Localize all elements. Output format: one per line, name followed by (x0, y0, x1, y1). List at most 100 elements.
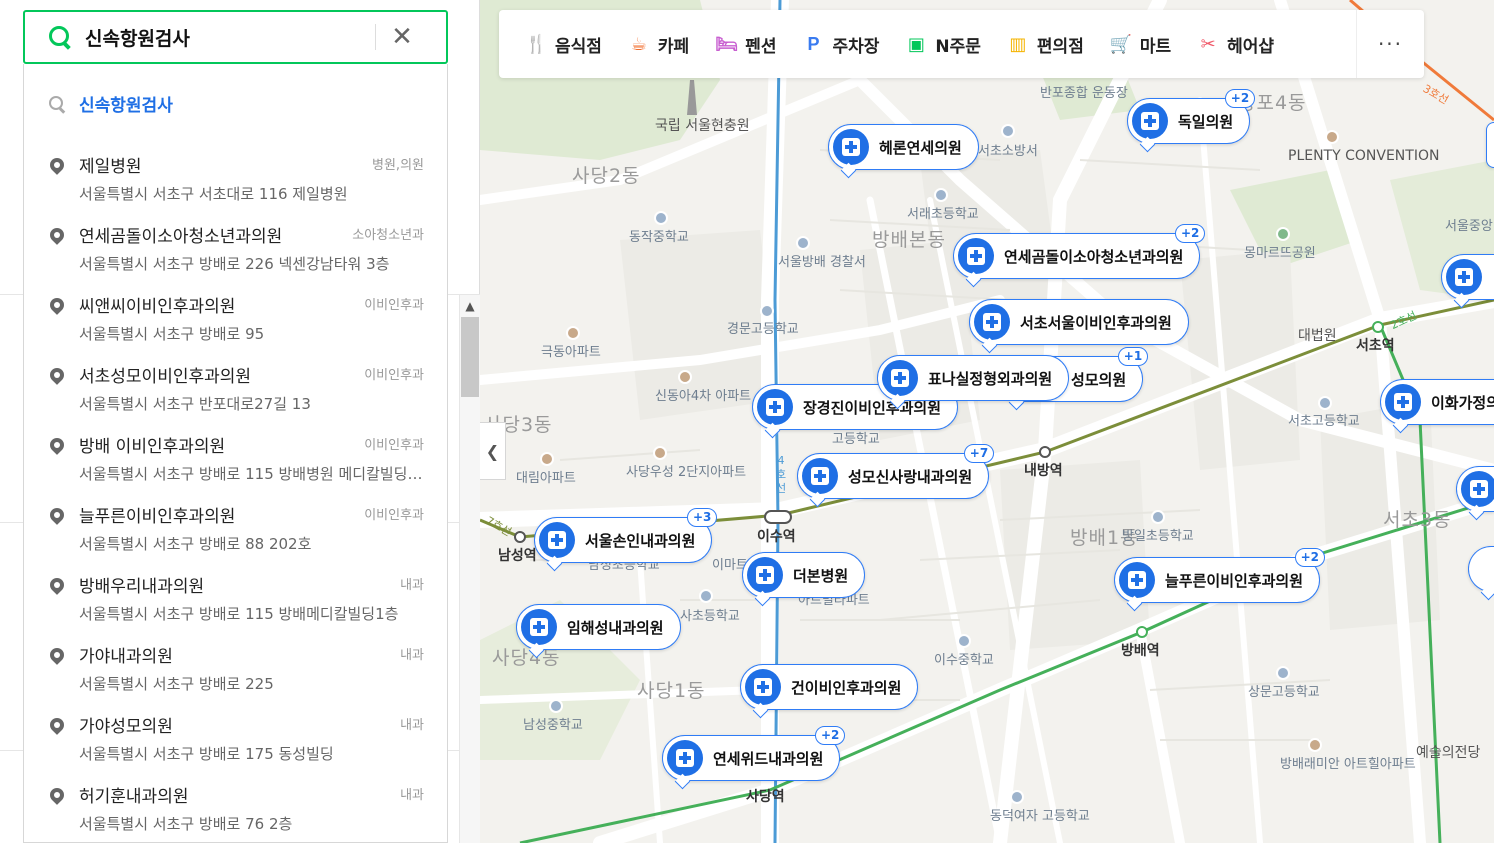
school-icon (957, 634, 971, 648)
hospital-marker[interactable]: 더본병원 (742, 552, 866, 598)
clear-search-button[interactable]: ✕ (376, 12, 428, 62)
place-name: 씨앤씨이비인후과의원 (79, 297, 236, 317)
place-name: 가야성모의원 (79, 717, 173, 737)
place-suggestion[interactable]: 방배우리내과의원 내과 서울특별시 서초구 방배로 115 방배메디칼빌딩1층 (24, 562, 449, 632)
poi-label: 동덕여자 고등학교 (990, 809, 1090, 824)
place-category: 내과 (400, 718, 424, 733)
category-convenience[interactable]: ▥ 편의점 (1007, 32, 1083, 57)
location-pin-icon (47, 575, 67, 595)
place-suggestion[interactable]: 가야내과의원 내과 서울특별시 서초구 방배로 225 (24, 632, 449, 702)
poi-label: 서울방배 경찰서 (778, 255, 866, 270)
fire-station-icon (1001, 124, 1015, 138)
place-address: 서울특별시 서초구 방배로 175 동성빌딩 (79, 745, 334, 763)
search-input[interactable] (85, 26, 375, 48)
school-icon (699, 589, 713, 603)
collapse-panel-button[interactable]: ❮ (480, 422, 506, 480)
suggestion-text: 신속항원검사 (79, 96, 173, 116)
school-icon (1010, 790, 1024, 804)
keyword-suggestion[interactable]: 신속항원검사 (48, 91, 173, 116)
place-name: 방배우리내과의원 (79, 577, 205, 597)
hospital-marker[interactable]: 건이비인후과의원 (740, 664, 919, 710)
school-icon (760, 304, 774, 318)
close-icon: ✕ (391, 22, 413, 52)
scrollbar[interactable]: ▲ (459, 295, 480, 843)
hospital-marker[interactable] (1456, 466, 1494, 512)
category-label: 마트 (1139, 36, 1172, 57)
hospital-icon (1461, 471, 1494, 507)
place-category: 내과 (400, 788, 424, 803)
marker-label: 연세위드내과의원 (713, 749, 824, 768)
place-suggestion[interactable]: 허기훈내과의원 내과 서울특별시 서초구 방배로 76 2층 (24, 772, 449, 842)
hospital-marker[interactable]: 서울손인내과의원 +3 (534, 508, 718, 563)
location-pin-icon (47, 225, 67, 245)
more-categories-button[interactable]: ··· (1356, 10, 1424, 78)
place-name: 방배 이비인후과의원 (79, 437, 226, 457)
place-address: 서울특별시 서초구 방배로 95 (79, 325, 265, 343)
hospital-marker[interactable]: 임해성내과의원 (516, 604, 681, 650)
poi-label: 경문고등학교 (727, 322, 799, 337)
category-order[interactable]: ▣ N주문 (905, 32, 981, 57)
school-icon (1318, 396, 1332, 410)
apartment-icon (653, 446, 667, 460)
hospital-marker[interactable]: 표나실정형외과의원 (877, 355, 1070, 401)
category-bar: 🍴 음식점 ☕ 카페 🛏 펜션 P 주차장 ▣ N주문 ▥ 편의점 🛒 마트 ✂… (499, 10, 1424, 78)
place-address: 서울특별시 서초구 방배로 226 넥센강남타워 3층 (79, 255, 390, 273)
marker-label: 표나실정형외과의원 (928, 369, 1053, 388)
place-category: 이비인후과 (364, 368, 424, 383)
hospital-marker[interactable] (1486, 122, 1494, 168)
station-label: 남성역 (498, 548, 537, 564)
scrollbar-thumb[interactable] (461, 317, 479, 397)
place-suggestion[interactable]: 씨앤씨이비인후과의원 이비인후과 서울특별시 서초구 방배로 95 (24, 282, 449, 352)
hospital-marker[interactable]: 성모신사랑내과의원 +7 (797, 444, 995, 499)
poi-label: PLENTY CONVENTION (1288, 148, 1440, 164)
location-pin-icon (47, 155, 67, 175)
marker-count-badge: +2 (1294, 548, 1326, 567)
hospital-marker[interactable]: 서초서울이비인후과의원 (969, 299, 1189, 345)
place-suggestion[interactable]: 늘푸른이비인후과의원 이비인후과 서울특별시 서초구 방배로 88 202호 (24, 492, 449, 562)
poi-label: 사당우성 2단지아파트 (626, 465, 747, 480)
hospital-marker[interactable]: 연세위드내과의원 +2 (662, 726, 846, 781)
place-suggestion[interactable]: 연세곰돌이소아청소년과의원 소아청소년과 서울특별시 서초구 방배로 226 넥… (24, 212, 449, 282)
marker-label: 임해성내과의원 (567, 618, 664, 637)
search-icon[interactable] (47, 24, 73, 50)
hospital-icon (833, 129, 869, 165)
hospital-marker[interactable] (1441, 254, 1494, 300)
park-icon (1276, 227, 1290, 241)
place-address: 서울특별시 서초구 방배로 115 방배병원 메디칼빌딩 1층 (79, 465, 424, 483)
category-parking[interactable]: P 주차장 (802, 32, 879, 57)
location-pin-icon (47, 785, 67, 805)
poi-label: 대법원 (1298, 328, 1337, 344)
line-label: 4호선 (775, 454, 787, 495)
place-suggestion[interactable]: 가야성모의원 내과 서울특별시 서초구 방배로 175 동성빌딩 (24, 702, 449, 772)
place-suggestion[interactable]: 방배 이비인후과의원 이비인후과 서울특별시 서초구 방배로 115 방배병원 … (24, 422, 449, 492)
category-restaurant[interactable]: 🍴 음식점 (525, 32, 602, 57)
marker-label: 연세곰돌이소아청소년과의원 (1004, 247, 1184, 266)
marker-label: 서초서울이비인후과의원 (1020, 313, 1172, 332)
hospital-icon (667, 740, 703, 776)
category-hairshop[interactable]: ✂ 헤어샵 (1197, 32, 1274, 57)
marker-count-badge: +2 (1224, 89, 1256, 108)
place-category: 이비인후과 (364, 438, 424, 453)
hospital-icon (521, 609, 557, 645)
scroll-up-icon[interactable]: ▲ (460, 295, 480, 317)
place-suggestion[interactable]: 제일병원 병원,의원 서울특별시 서초구 서초대로 116 제일병원 (24, 142, 449, 212)
category-cafe[interactable]: ☕ 카페 (628, 32, 689, 57)
hospital-marker[interactable]: 이화가정의 (1380, 379, 1494, 425)
apartment-icon (1308, 738, 1322, 752)
category-mart[interactable]: 🛒 마트 (1110, 32, 1171, 57)
hospital-marker[interactable]: 연세곰돌이소아청소년과의원 +2 (953, 224, 1206, 279)
place-category: 내과 (400, 578, 424, 593)
hospital-marker[interactable]: 독일의원 +2 (1127, 89, 1256, 144)
location-pin-icon (47, 435, 67, 455)
place-suggestion[interactable]: 서초성모이비인후과의원 이비인후과 서울특별시 서초구 반포대로27길 13 (24, 352, 449, 422)
building-icon (1325, 130, 1339, 144)
place-name: 허기훈내과의원 (79, 787, 189, 807)
place-category: 내과 (400, 648, 424, 663)
poi-label: 서초소방서 (978, 144, 1038, 159)
hospital-marker[interactable]: 늘푸른이비인후과의원 +2 (1114, 548, 1326, 603)
poi-label: 신동아4차 아파트 (655, 389, 752, 404)
place-name: 늘푸른이비인후과의원 (79, 507, 236, 527)
category-pension[interactable]: 🛏 펜션 (715, 32, 776, 57)
hospital-marker[interactable]: 헤론연세의원 (828, 124, 979, 170)
school-icon (654, 211, 668, 225)
